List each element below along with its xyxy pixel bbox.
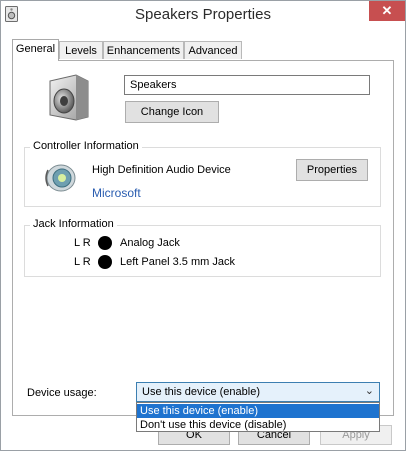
window-title: Speakers Properties	[135, 6, 271, 23]
jack-color-dot	[98, 236, 112, 250]
jack-channels: L R	[74, 237, 91, 249]
device-usage-dropdown: Use this device (enable) Don't use this …	[136, 402, 380, 432]
device-usage-select[interactable]: Use this device (enable) ⌄	[136, 382, 380, 402]
tab-general[interactable]: General	[12, 39, 59, 61]
device-usage-value: Use this device (enable)	[142, 386, 261, 398]
close-button[interactable]: ✕	[369, 1, 405, 21]
change-icon-button[interactable]: Change Icon	[125, 101, 219, 123]
tab-enhancements[interactable]: Enhancements	[103, 41, 184, 59]
controller-vendor-link[interactable]: Microsoft	[92, 186, 141, 200]
jack-info-title: Jack Information	[30, 218, 117, 230]
tab-advanced[interactable]: Advanced	[184, 41, 242, 59]
jack-info-group	[24, 225, 381, 277]
option-disable[interactable]: Don't use this device (disable)	[137, 418, 379, 432]
jack-label: Analog Jack	[120, 237, 180, 249]
jack-color-dot	[98, 255, 112, 269]
chevron-down-icon: ⌄	[364, 385, 374, 397]
device-usage-label: Device usage:	[27, 387, 97, 399]
option-enable[interactable]: Use this device (enable)	[137, 404, 379, 418]
jack-label: Left Panel 3.5 mm Jack	[120, 256, 235, 268]
controller-name: High Definition Audio Device	[92, 164, 231, 176]
tab-levels[interactable]: Levels	[59, 41, 103, 59]
properties-button[interactable]: Properties	[296, 159, 368, 181]
speaker-icon	[49, 74, 89, 121]
device-name-input[interactable]	[124, 75, 370, 95]
audio-device-icon	[45, 164, 76, 192]
controller-info-title: Controller Information	[30, 140, 142, 152]
jack-channels: L R	[74, 256, 91, 268]
